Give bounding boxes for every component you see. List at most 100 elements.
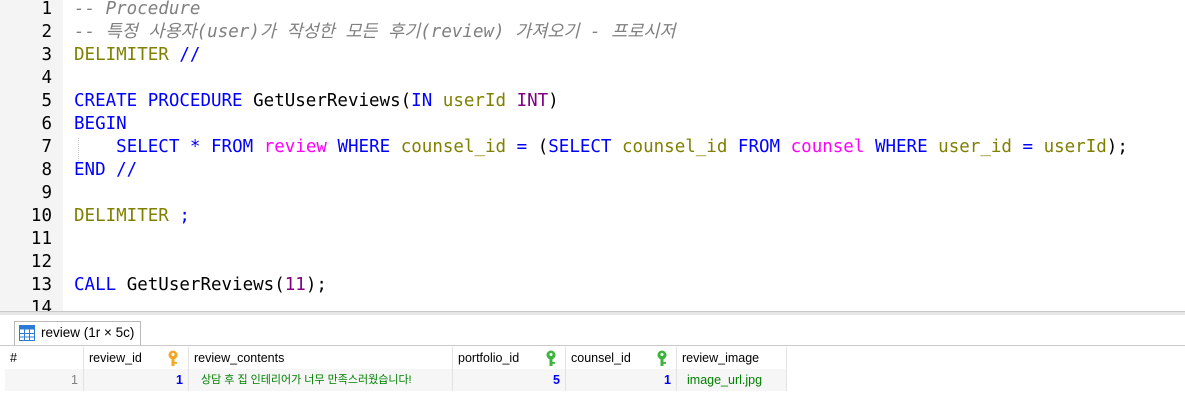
code-text: DELIMITER // bbox=[74, 44, 200, 67]
cell-review-image[interactable]: image_url.jpg bbox=[677, 369, 787, 391]
table-grid-icon bbox=[19, 325, 35, 341]
cell-review-id[interactable]: 1 bbox=[84, 369, 189, 391]
code-text: -- Procedure bbox=[74, 0, 200, 21]
code-token: -- 특정 사용자(user)가 작성한 모든 후기(review) 가져오기 … bbox=[74, 22, 676, 42]
cell-review-contents[interactable]: 상담 후 집 인테리어가 너무 만족스러웠습니다! bbox=[189, 369, 453, 391]
code-token: WHERE bbox=[337, 137, 391, 157]
code-line[interactable]: 3 DELIMITER // bbox=[0, 44, 1185, 67]
code-text: CALL GetUserReviews(11); bbox=[74, 274, 327, 297]
code-token: user_id bbox=[938, 137, 1012, 157]
code-line[interactable]: 13 CALL GetUserReviews(11); bbox=[0, 274, 1185, 297]
column-header-review-id[interactable]: review_id bbox=[84, 347, 189, 369]
code-token: GetUserReviews( bbox=[116, 275, 285, 295]
code-token: DELIMITER bbox=[74, 45, 169, 65]
primary-key-icon bbox=[168, 350, 178, 366]
row-number[interactable]: 1 bbox=[5, 369, 84, 391]
column-header-portfolio-id[interactable]: portfolio_id bbox=[453, 347, 566, 369]
line-number: 12 bbox=[30, 252, 52, 272]
code-token: ; bbox=[168, 206, 190, 226]
line-number: 1 bbox=[41, 0, 52, 19]
line-number: 2 bbox=[41, 22, 52, 42]
line-number: 11 bbox=[30, 229, 52, 249]
code-token: BEGIN bbox=[74, 114, 127, 134]
code-line[interactable]: 9 bbox=[0, 182, 1185, 205]
code-token: GetUserReviews( bbox=[242, 91, 412, 111]
code-token: SELECT bbox=[548, 137, 612, 157]
code-line[interactable]: 5 CREATE PROCEDURE GetUserReviews(IN user… bbox=[0, 90, 1185, 113]
code-line[interactable]: 6 BEGIN bbox=[0, 113, 1185, 136]
code-text: END // bbox=[74, 159, 137, 182]
line-number: 14 bbox=[30, 298, 52, 311]
code-token: -- Procedure bbox=[74, 0, 201, 19]
column-header-counsel-id[interactable]: counsel_id bbox=[566, 347, 677, 369]
code-line[interactable]: 12 bbox=[0, 251, 1185, 274]
column-header-rownum[interactable]: # bbox=[5, 347, 84, 369]
code-token: ) bbox=[548, 91, 559, 111]
code-line[interactable]: 1 -- Procedure bbox=[0, 0, 1185, 21]
cell-counsel-id[interactable]: 1 bbox=[566, 369, 677, 391]
code-token: CREATE bbox=[74, 91, 138, 111]
code-token: // bbox=[105, 160, 138, 180]
line-number: 7 bbox=[41, 137, 52, 157]
code-token: // bbox=[168, 45, 201, 65]
foreign-key-icon bbox=[546, 350, 556, 366]
code-line[interactable]: 14 bbox=[0, 297, 1185, 311]
code-token: * bbox=[189, 137, 201, 157]
line-number: 5 bbox=[41, 91, 52, 111]
code-token: counsel bbox=[790, 137, 865, 157]
code-token: WHERE bbox=[874, 137, 928, 157]
tab-review-results[interactable]: review (1r × 5c) bbox=[14, 321, 141, 345]
code-token: FROM bbox=[737, 137, 781, 157]
code-text: DELIMITER ; bbox=[74, 205, 190, 228]
code-token: counsel_id bbox=[622, 137, 728, 157]
code-token: = bbox=[1022, 137, 1034, 157]
code-text: CREATE PROCEDURE GetUserReviews(IN userI… bbox=[74, 90, 559, 113]
code-token: END bbox=[74, 160, 106, 180]
column-header-review-image[interactable]: review_image bbox=[677, 347, 787, 369]
tab-label: review (1r × 5c) bbox=[41, 325, 135, 340]
code-token: review bbox=[263, 137, 327, 157]
line-number: 10 bbox=[30, 206, 52, 226]
line-number: 9 bbox=[41, 183, 52, 203]
code-line[interactable]: 10 DELIMITER ; bbox=[0, 205, 1185, 228]
code-line[interactable]: 8 END // bbox=[0, 159, 1185, 182]
sql-editor[interactable]: 1 -- Procedure 2 -- 특정 사용자(user)가 작성한 모든 후기… bbox=[0, 0, 1185, 311]
foreign-key-icon bbox=[657, 350, 667, 366]
code-token: = bbox=[516, 137, 528, 157]
code-text: SELECT * FROM review WHERE counsel_id = … bbox=[74, 136, 1128, 159]
line-number: 13 bbox=[30, 275, 52, 295]
code-text: BEGIN bbox=[74, 113, 127, 136]
code-token: ); bbox=[1106, 137, 1128, 157]
column-header-review-contents[interactable]: review_contents bbox=[189, 347, 453, 369]
code-token: counsel_id bbox=[400, 137, 507, 157]
cell-portfolio-id[interactable]: 5 bbox=[453, 369, 566, 391]
code-line[interactable]: 11 bbox=[0, 228, 1185, 251]
line-number: 8 bbox=[41, 160, 52, 180]
code-token: 11 bbox=[284, 275, 306, 295]
line-number: 3 bbox=[41, 45, 52, 65]
code-token: ); bbox=[305, 275, 327, 295]
code-token: userId bbox=[442, 91, 507, 111]
code-line[interactable]: 2 -- 특정 사용자(user)가 작성한 모든 후기(review) 가져오기… bbox=[0, 21, 1185, 44]
code-line[interactable]: 4 bbox=[0, 67, 1185, 90]
code-token: userId bbox=[1043, 137, 1107, 157]
code-token: SELECT bbox=[116, 137, 180, 157]
code-line[interactable]: 7 SELECT * FROM review WHERE counsel_id … bbox=[0, 136, 1185, 159]
code-token: CALL bbox=[74, 275, 117, 295]
